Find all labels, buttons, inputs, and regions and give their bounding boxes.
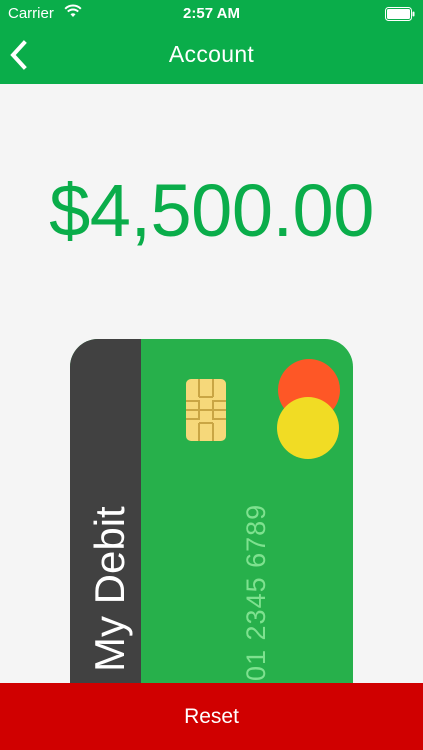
card-logo-yellow-circle: [277, 397, 339, 459]
card-name: My Debit: [86, 506, 133, 672]
reset-button[interactable]: Reset: [0, 683, 423, 750]
status-time: 2:57 AM: [183, 5, 240, 22]
card-number: 01 2345 6789: [241, 503, 271, 681]
battery-icon: [385, 7, 415, 21]
account-balance: $4,500.00: [49, 169, 374, 252]
page-title: Account: [168, 41, 255, 67]
status-bar: Carrier 2:57 AM: [0, 0, 423, 28]
app-header: Carrier 2:57 AM Account: [0, 0, 423, 84]
chip-icon: [186, 379, 226, 441]
navigation-bar: Account: [0, 28, 423, 84]
